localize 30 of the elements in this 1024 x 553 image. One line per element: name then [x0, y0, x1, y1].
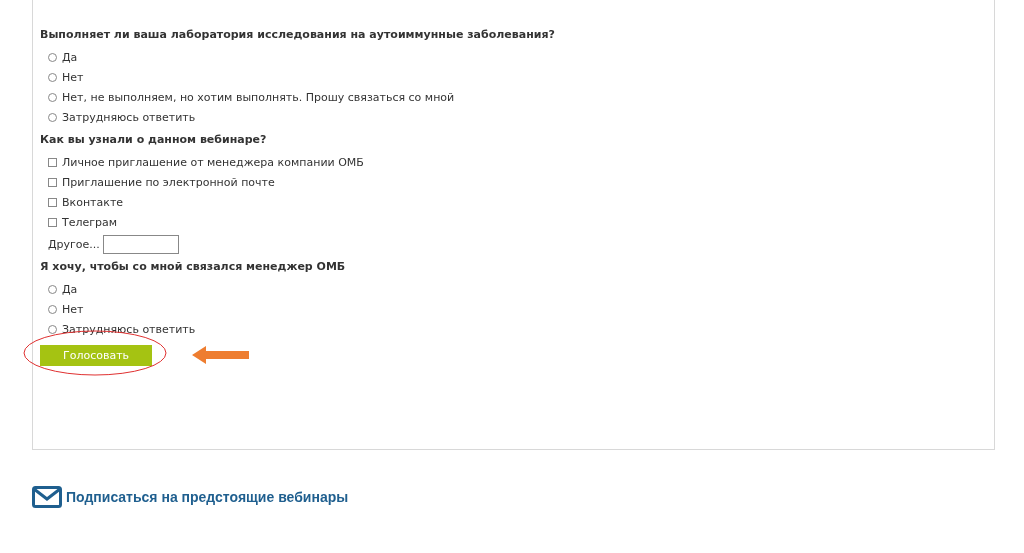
option-label: Вконтакте: [62, 195, 124, 209]
radio-button[interactable]: [48, 304, 57, 314]
checkbox[interactable]: [48, 197, 57, 207]
option-label: Да: [62, 50, 78, 64]
option-label: Затрудняюсь ответить: [62, 322, 196, 336]
question-title: Я хочу, чтобы со мной связался менеджер ОМБ: [40, 259, 347, 275]
question-title: Выполняет ли ваша лаборатория исследования на аутоиммунные заболевания?: [40, 27, 556, 43]
checkbox[interactable]: [48, 157, 57, 167]
option-label: Затрудняюсь ответить: [62, 110, 196, 124]
option-label: Да: [62, 282, 78, 296]
option-label: Нет: [62, 70, 84, 84]
radio-button[interactable]: [48, 112, 57, 122]
radio-button[interactable]: [48, 72, 57, 82]
option-label: Телеграм: [62, 215, 118, 229]
option-label: Личное приглашение от менеджера компании ОМБ: [62, 155, 364, 169]
radio-button[interactable]: [48, 324, 57, 334]
option-label: Нет, не выполняем, но хотим выполнять. Прошу связаться со мной: [62, 90, 455, 104]
question-title: Как вы узнали о данном вебинаре?: [40, 132, 268, 148]
radio-button[interactable]: [48, 52, 57, 62]
checkbox[interactable]: [48, 177, 57, 187]
radio-button[interactable]: [48, 92, 57, 102]
arrow-icon: [192, 346, 249, 364]
subscribe-link[interactable]: Подписаться на предстоящие вебинары: [66, 489, 349, 505]
other-label: Другое...: [48, 237, 100, 251]
envelope-icon: [32, 485, 62, 509]
option-label: Приглашение по электронной почте: [62, 175, 275, 189]
option-label: Нет: [62, 302, 84, 316]
other-input-field[interactable]: [102, 234, 179, 254]
radio-button[interactable]: [48, 284, 57, 294]
checkbox[interactable]: [48, 217, 57, 227]
